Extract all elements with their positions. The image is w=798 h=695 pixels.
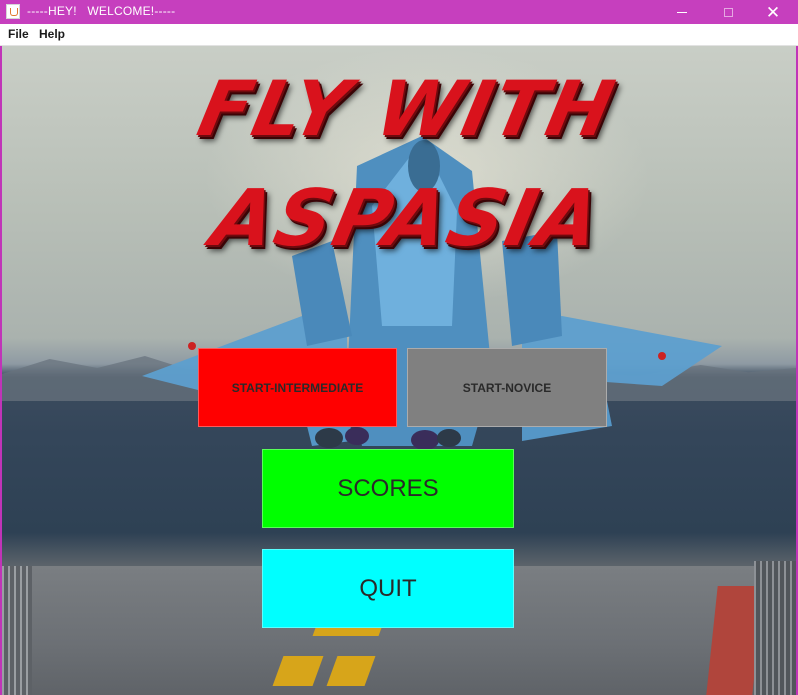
logo-line-2: ASPASIA [204, 174, 610, 264]
title-bar[interactable]: -----HEY! WELCOME!----- ✕ [0, 0, 798, 24]
game-logo: FLY WITH ASPASIA [191, 56, 623, 266]
java-cup-icon [6, 4, 20, 19]
menu-bar: File Help [0, 24, 798, 46]
logo-line-1: FLY WITH [190, 64, 624, 153]
main-panel: FLY WITH ASPASIA START-INTERMEDIATE STAR… [2, 46, 796, 695]
minimize-icon [677, 11, 687, 13]
window-title: -----HEY! WELCOME!----- [27, 4, 176, 18]
menu-help[interactable]: Help [39, 27, 65, 41]
close-icon: ✕ [765, 2, 781, 22]
close-button[interactable]: ✕ [750, 0, 796, 24]
quit-button[interactable]: QUIT [262, 549, 514, 628]
maximize-icon [723, 7, 733, 17]
scores-button[interactable]: SCORES [262, 449, 514, 528]
minimize-button[interactable] [659, 0, 705, 24]
maximize-button[interactable] [705, 0, 751, 24]
start-intermediate-button[interactable]: START-INTERMEDIATE [198, 348, 397, 427]
start-novice-button[interactable]: START-NOVICE [407, 348, 607, 427]
menu-file[interactable]: File [8, 27, 29, 41]
